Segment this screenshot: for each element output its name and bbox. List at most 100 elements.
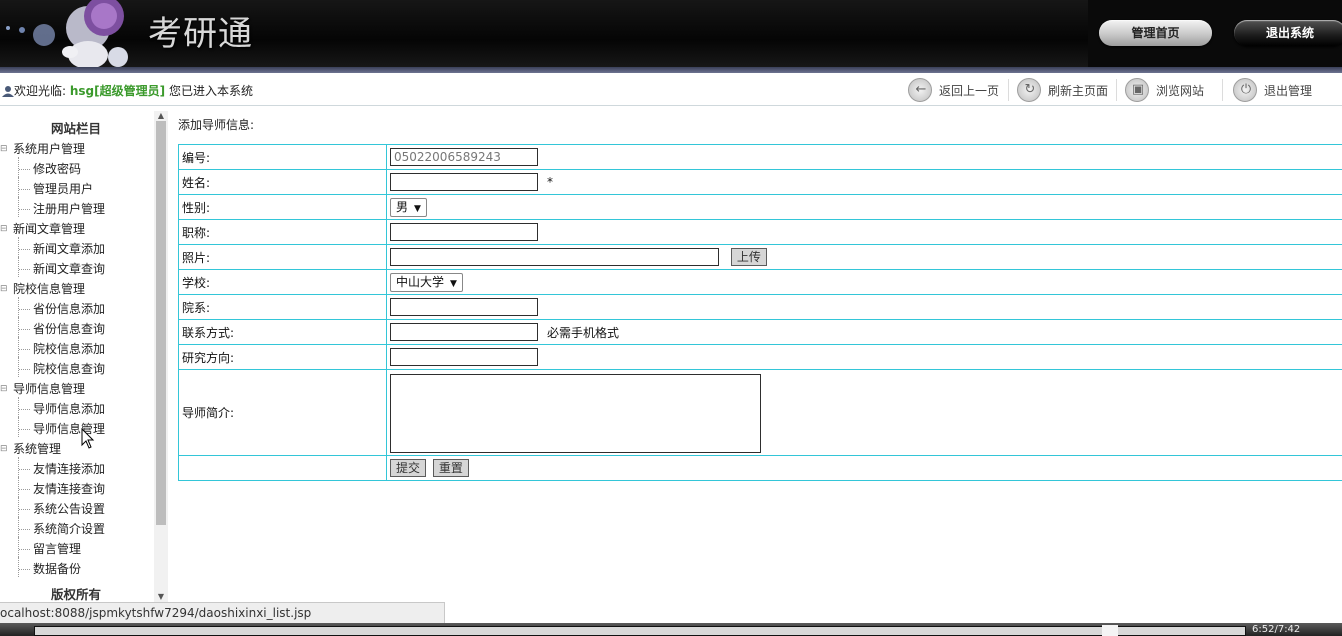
advisor-form: 编号: 05022006589243 姓名: * 性别: 男 ▼ 职称: 照片: …	[178, 144, 1342, 481]
sidebar-title: 网站栏目	[50, 121, 101, 136]
sidebar-group[interactable]: ⊟ 新闻文章管理	[0, 221, 152, 241]
photo-label: 照片:	[178, 244, 387, 270]
sidebar-item[interactable]: 管理员用户	[0, 177, 152, 201]
tree-node-icon: ⊟	[0, 444, 8, 454]
form-row-contact: 联系方式: 必需手机格式	[178, 319, 1342, 345]
research-label: 研究方向:	[178, 344, 387, 370]
mascot-logo-icon	[6, 0, 128, 69]
page-title: 添加导师信息:	[178, 118, 255, 132]
gender-value: 男	[396, 199, 409, 214]
tree-node-icon: ⊟	[0, 224, 8, 234]
contact-field[interactable]	[390, 323, 538, 341]
gender-label: 性别:	[178, 194, 387, 220]
submit-button[interactable]: 提交	[390, 459, 427, 477]
welcome-message: 欢迎光临: hsg[超级管理员] 您已进入本系统	[2, 82, 253, 99]
sidebar-group-label: 新闻文章管理	[13, 222, 86, 236]
scroll-down-icon[interactable]: ▼	[154, 592, 168, 602]
chevron-down-icon: ▼	[414, 203, 421, 214]
tree-node-icon: ⊟	[0, 284, 8, 294]
photo-field[interactable]	[390, 248, 719, 266]
welcome-suffix: 您已进入本系统	[168, 84, 253, 98]
tree-node-icon: ⊟	[0, 384, 8, 394]
back-button[interactable]: ← 返回上一页	[908, 77, 999, 103]
sidebar-item[interactable]: 新闻文章添加	[0, 237, 152, 261]
divider	[1008, 79, 1009, 101]
sidebar: 网站栏目 ⊟ 系统用户管理 修改密码 管理员用户 注册用户管理 ⊟ 新闻文章管理 新闻文章添加…	[0, 107, 170, 602]
contact-label: 联系方式:	[178, 319, 387, 345]
dept-field[interactable]	[390, 298, 538, 316]
sidebar-item[interactable]: 留言管理	[0, 537, 152, 561]
seek-bar[interactable]	[34, 626, 1246, 636]
monitor-icon: ▣	[1125, 78, 1149, 102]
upload-button[interactable]: 上传	[730, 248, 767, 266]
form-row-title: 职称:	[178, 219, 1342, 245]
sidebar-item[interactable]: 友情连接添加	[0, 457, 152, 481]
form-row-gender: 性别: 男 ▼	[178, 194, 1342, 220]
intro-textarea[interactable]	[390, 373, 761, 453]
mouse-pointer-icon	[81, 428, 95, 449]
refresh-button[interactable]: ↻ 刷新主页面	[1017, 77, 1108, 103]
sidebar-item[interactable]: 数据备份	[0, 557, 152, 581]
form-row-research: 研究方向:	[178, 344, 1342, 370]
contact-hint: 必需手机格式	[547, 325, 620, 340]
id-field[interactable]: 05022006589243	[390, 148, 538, 166]
power-icon: ⏻	[1233, 78, 1257, 102]
refresh-icon: ↻	[1017, 78, 1041, 102]
welcome-prefix: 欢迎光临:	[14, 84, 67, 98]
sidebar-group[interactable]: ⊟ 系统管理	[0, 441, 152, 461]
intro-label: 导师简介:	[178, 369, 387, 456]
sidebar-scrollbar[interactable]: ▲ ▼	[154, 111, 168, 602]
reset-button[interactable]: 重置	[432, 459, 469, 477]
sidebar-item[interactable]: 新闻文章查询	[0, 257, 152, 281]
title-field[interactable]	[390, 223, 538, 241]
exit-admin-button[interactable]: ⏻ 退出管理	[1233, 77, 1312, 103]
sidebar-item[interactable]: 导师信息添加	[0, 397, 152, 421]
sidebar-group[interactable]: ⊟ 院校信息管理	[0, 281, 152, 301]
admin-home-button[interactable]: 管理首页	[1099, 20, 1212, 46]
form-row-name: 姓名: *	[178, 169, 1342, 195]
browse-label: 浏览网站	[1156, 83, 1205, 98]
research-field[interactable]	[390, 348, 538, 366]
sidebar-item[interactable]: 注册用户管理	[0, 197, 152, 221]
dept-label: 院系:	[178, 294, 387, 320]
sidebar-item[interactable]: 友情连接查询	[0, 477, 152, 501]
scroll-thumb[interactable]	[156, 121, 166, 525]
form-row-intro: 导师简介:	[178, 369, 1342, 456]
sidebar-item[interactable]: 省份信息添加	[0, 297, 152, 321]
divider	[1116, 79, 1117, 101]
seek-handle[interactable]	[1102, 625, 1118, 636]
logout-system-button[interactable]: 退出系统	[1234, 20, 1342, 46]
scroll-up-icon[interactable]: ▲	[154, 111, 168, 121]
sidebar-item[interactable]: 省份信息查询	[0, 317, 152, 341]
gender-select[interactable]: 男 ▼	[390, 197, 427, 217]
playback-time: 6:52/7:42	[1252, 624, 1301, 635]
sidebar-group[interactable]: ⊟ 导师信息管理	[0, 381, 152, 401]
chevron-down-icon: ▼	[450, 278, 457, 289]
sidebar-item[interactable]: 修改密码	[0, 157, 152, 181]
sidebar-item[interactable]: 院校信息添加	[0, 337, 152, 361]
tree-node-icon: ⊟	[0, 144, 8, 154]
sidebar-group[interactable]: ⊟ 系统用户管理	[0, 141, 152, 161]
back-arrow-icon: ←	[908, 78, 932, 102]
sidebar-item[interactable]: 导师信息管理	[0, 417, 152, 441]
name-label: 姓名:	[178, 169, 387, 195]
school-value: 中山大学	[396, 274, 445, 289]
sidebar-item[interactable]: 系统简介设置	[0, 517, 152, 541]
username: hsg[超级管理员]	[69, 84, 166, 98]
id-label: 编号:	[178, 144, 387, 170]
sidebar-item[interactable]: 系统公告设置	[0, 497, 152, 521]
sidebar-group-label: 导师信息管理	[13, 382, 86, 396]
refresh-label: 刷新主页面	[1048, 83, 1109, 98]
media-control-bar: 6:52/7:42	[0, 623, 1342, 636]
name-field[interactable]	[390, 173, 538, 191]
browser-status-bar: ocalhost:8088/jspmkytshfw7294/daoshixinx…	[0, 602, 445, 623]
sidebar-item[interactable]: 院校信息查询	[0, 357, 152, 381]
school-select[interactable]: 中山大学 ▼	[390, 272, 463, 292]
main-content: 添加导师信息: 编号: 05022006589243 姓名: * 性别: 男 ▼ …	[170, 107, 1342, 602]
user-icon	[2, 86, 14, 97]
back-label: 返回上一页	[939, 83, 1000, 98]
form-row-photo: 照片: 上传	[178, 244, 1342, 270]
site-header: 考研通 管理首页 退出系统	[0, 0, 1342, 73]
browse-site-button[interactable]: ▣ 浏览网站	[1125, 77, 1204, 103]
toolbar: 欢迎光临: hsg[超级管理员] 您已进入本系统 ← 返回上一页 ↻ 刷新主页面…	[0, 73, 1342, 106]
